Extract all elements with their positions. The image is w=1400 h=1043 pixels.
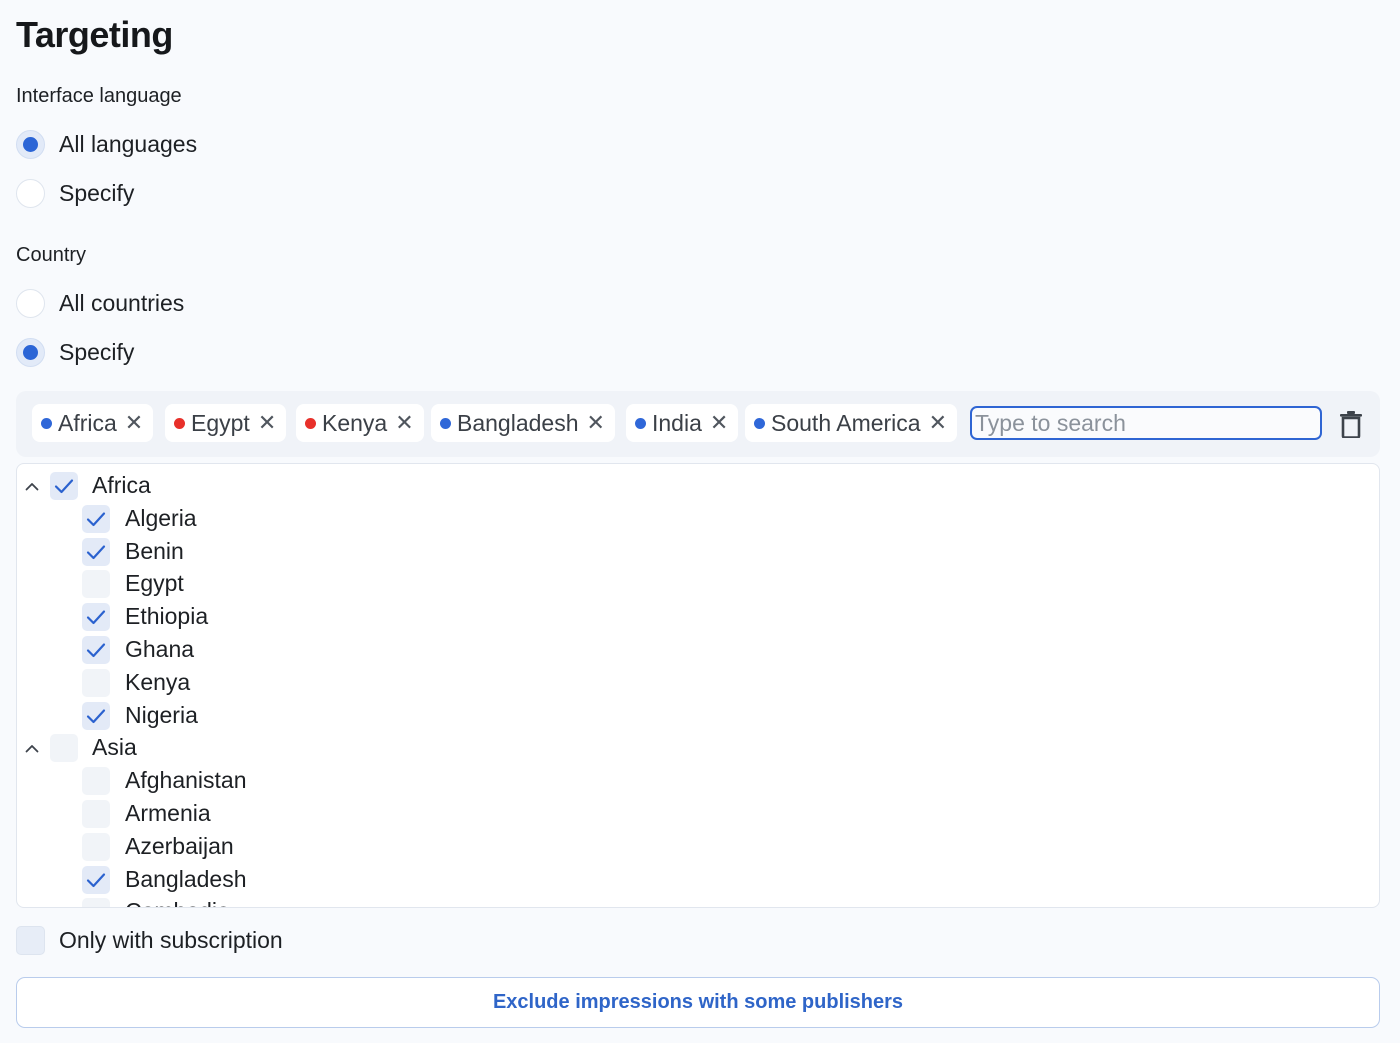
radio-label: All countries bbox=[59, 289, 185, 316]
tree-checkbox[interactable] bbox=[50, 472, 78, 500]
tree-item-label: Africa bbox=[92, 472, 151, 498]
tree-item-row[interactable]: Ethiopia bbox=[17, 601, 1379, 634]
close-icon[interactable]: ✕ bbox=[587, 412, 605, 434]
radio-label: All languages bbox=[59, 130, 198, 157]
radio-control[interactable] bbox=[16, 129, 45, 159]
close-icon[interactable]: ✕ bbox=[929, 412, 947, 434]
tag-india[interactable]: India ✕ bbox=[626, 404, 739, 442]
tree-checkbox[interactable] bbox=[82, 898, 110, 907]
tree-item-label: Azerbaijan bbox=[125, 832, 234, 859]
subscription-checkbox-row[interactable]: Only with subscription bbox=[16, 925, 283, 955]
subscription-checkbox[interactable] bbox=[16, 925, 45, 955]
tree-checkbox[interactable] bbox=[82, 636, 110, 664]
tag-label: South America bbox=[771, 409, 921, 436]
chevron-up-icon[interactable] bbox=[22, 476, 42, 496]
tree-group-row[interactable]: Africa bbox=[17, 470, 1379, 503]
radio-label: Specify bbox=[59, 179, 135, 206]
selected-countries-bar: Africa ✕ Egypt ✕ Kenya ✕ Bangladesh ✕ In… bbox=[16, 391, 1380, 457]
interface-language-label: Interface language bbox=[16, 85, 182, 107]
tree-item-row[interactable]: Ghana bbox=[17, 634, 1379, 667]
included-dot-icon bbox=[440, 417, 451, 429]
chevron-up-icon[interactable] bbox=[22, 738, 42, 758]
tree-item-row[interactable]: Bangladesh bbox=[17, 864, 1379, 897]
tree-item-label: Kenya bbox=[125, 668, 191, 695]
tree-item-label: Benin bbox=[125, 537, 184, 564]
tag-label: India bbox=[652, 409, 702, 436]
radio-specify-language[interactable]: Specify bbox=[16, 177, 134, 209]
tag-label: Egypt bbox=[191, 409, 250, 436]
tree-item-row[interactable]: Kenya bbox=[17, 667, 1379, 700]
radio-all-languages[interactable]: All languages bbox=[16, 128, 197, 160]
radio-specify-country[interactable]: Specify bbox=[16, 336, 134, 368]
radio-label: Specify bbox=[59, 338, 135, 365]
tag-label: Bangladesh bbox=[457, 409, 579, 436]
tree-item-row[interactable]: Algeria bbox=[17, 503, 1379, 536]
tree-item-label: Bangladesh bbox=[125, 865, 247, 892]
tree-item-row[interactable]: Benin bbox=[17, 536, 1379, 569]
tag-bangladesh[interactable]: Bangladesh ✕ bbox=[431, 404, 615, 442]
tree-item-label: Algeria bbox=[125, 504, 197, 531]
exclude-publishers-button[interactable]: Exclude impressions with some publishers bbox=[16, 977, 1380, 1028]
close-icon[interactable]: ✕ bbox=[395, 412, 413, 434]
included-dot-icon bbox=[41, 417, 52, 429]
tree-item-row[interactable]: Nigeria bbox=[17, 700, 1379, 733]
close-icon[interactable]: ✕ bbox=[125, 412, 143, 434]
tree-item-label: Ghana bbox=[125, 636, 195, 662]
country-label: Country bbox=[16, 244, 87, 266]
tree-item-label: Armenia bbox=[125, 800, 211, 826]
tag-kenya[interactable]: Kenya ✕ bbox=[296, 404, 424, 442]
tree-checkbox[interactable] bbox=[82, 800, 110, 828]
radio-control[interactable] bbox=[16, 178, 45, 208]
tree-item-row[interactable]: Armenia bbox=[17, 798, 1379, 831]
tree-item-label: Egypt bbox=[125, 570, 184, 597]
tree-item-label: Ethiopia bbox=[125, 603, 209, 630]
tree-item-label: Cambodia bbox=[125, 898, 230, 907]
tree-item-label: Asia bbox=[92, 734, 137, 761]
subscription-label: Only with subscription bbox=[59, 926, 283, 953]
country-tree[interactable]: Africa Algeria Benin Egypt Ethiopia Ghana Keny… bbox=[16, 463, 1380, 908]
excluded-dot-icon bbox=[174, 417, 185, 429]
tree-checkbox[interactable] bbox=[82, 603, 110, 632]
close-icon[interactable]: ✕ bbox=[258, 412, 276, 434]
tag-egypt[interactable]: Egypt ✕ bbox=[165, 404, 287, 442]
tag-africa[interactable]: Africa ✕ bbox=[32, 404, 154, 442]
tree-checkbox[interactable] bbox=[82, 537, 110, 566]
radio-control[interactable] bbox=[16, 288, 45, 318]
tree-checkbox[interactable] bbox=[82, 668, 110, 697]
tree-checkbox[interactable] bbox=[82, 504, 110, 533]
tree-item-label: Nigeria bbox=[125, 701, 198, 728]
tree-item-label: Afghanistan bbox=[125, 767, 247, 794]
tree-checkbox[interactable] bbox=[82, 767, 110, 796]
tree-checkbox[interactable] bbox=[82, 865, 110, 894]
tag-label: Kenya bbox=[322, 409, 388, 436]
country-search-input[interactable] bbox=[970, 406, 1322, 440]
excluded-dot-icon bbox=[305, 417, 316, 429]
radio-control[interactable] bbox=[16, 337, 45, 367]
tree-item-row[interactable]: Azerbaijan bbox=[17, 831, 1379, 864]
tree-group-row[interactable]: Asia bbox=[17, 732, 1379, 765]
included-dot-icon bbox=[635, 417, 646, 429]
tree-item-row[interactable]: Egypt bbox=[17, 568, 1379, 601]
tree-checkbox[interactable] bbox=[50, 734, 78, 763]
tree-item-row[interactable]: Afghanistan bbox=[17, 765, 1379, 798]
tree-item-row[interactable]: Cambodia bbox=[17, 896, 1379, 907]
tree-checkbox[interactable] bbox=[82, 570, 110, 599]
tag-south-america[interactable]: South America ✕ bbox=[745, 404, 958, 442]
radio-all-countries[interactable]: All countries bbox=[16, 287, 184, 319]
trash-icon[interactable] bbox=[1337, 409, 1365, 439]
included-dot-icon bbox=[754, 417, 765, 429]
close-icon[interactable]: ✕ bbox=[710, 412, 728, 434]
tag-label: Africa bbox=[58, 409, 117, 436]
tree-checkbox[interactable] bbox=[82, 832, 110, 861]
tree-checkbox[interactable] bbox=[82, 701, 110, 730]
page-title: Targeting bbox=[16, 14, 173, 55]
